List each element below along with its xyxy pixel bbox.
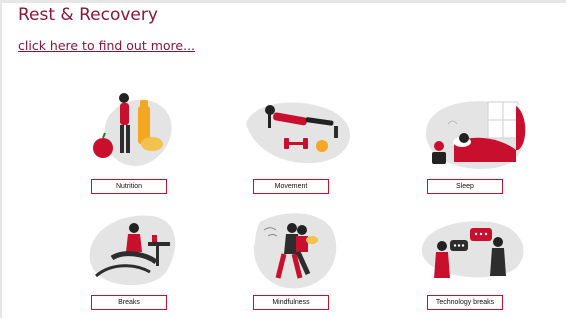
top-border: [0, 0, 566, 3]
left-border: [0, 3, 2, 318]
nutrition-button[interactable]: Nutrition: [91, 179, 167, 194]
technology-breaks-button[interactable]: Technology breaks: [427, 295, 503, 310]
nutrition-illustration-icon: [93, 93, 172, 166]
breaks-illustration-icon: [89, 215, 176, 286]
movement-illustration-icon: [246, 102, 351, 164]
card-breaks[interactable]: Breaks: [76, 200, 196, 310]
card-sleep[interactable]: Sleep: [412, 84, 532, 194]
card-mindfulness[interactable]: Mindfulness: [238, 200, 358, 310]
sleep-illustration-icon: [425, 101, 526, 170]
find-out-more-link[interactable]: click here to find out more...: [18, 38, 195, 53]
card-nutrition[interactable]: Nutrition: [76, 84, 196, 194]
sleep-button[interactable]: Sleep: [427, 179, 503, 194]
movement-button[interactable]: Movement: [253, 179, 329, 194]
page-title: Rest & Recovery: [18, 5, 158, 25]
technology-breaks-illustration-icon: [421, 221, 524, 278]
mindfulness-button[interactable]: Mindfulness: [253, 295, 329, 310]
mindfulness-illustration-icon: [253, 213, 337, 289]
card-technology-breaks[interactable]: Technology breaks: [412, 200, 532, 310]
breaks-button[interactable]: Breaks: [91, 295, 167, 310]
card-movement[interactable]: Movement: [238, 84, 358, 194]
